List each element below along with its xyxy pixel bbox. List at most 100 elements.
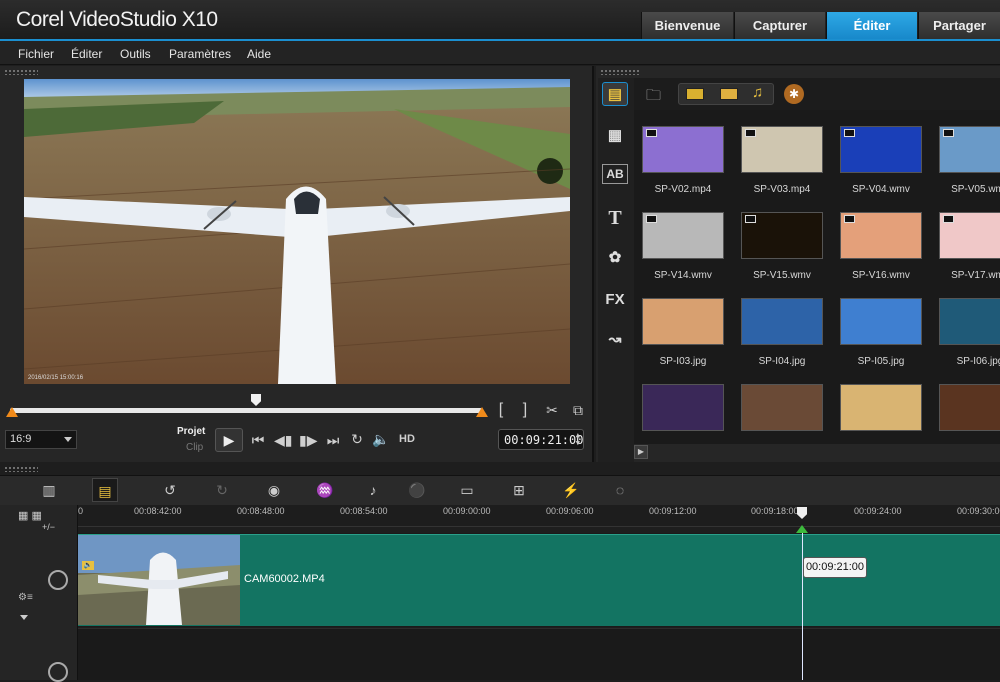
import-icon[interactable]: ✱ (784, 84, 804, 104)
video-badge-icon (646, 129, 657, 137)
subtitle-editor-icon[interactable]: ▭ (454, 478, 480, 502)
ruler-tick-label: 00:09:24:00 (854, 506, 902, 516)
next-frame-icon[interactable]: ▮▶ (299, 432, 317, 449)
library-thumbnail[interactable]: SP-I03.jpg (634, 283, 732, 369)
menu-fichier[interactable]: Fichier (18, 47, 54, 61)
panel-grip[interactable] (4, 69, 38, 75)
timeline-toolbar (0, 475, 1000, 505)
thumbnail-label: SP-I04.jpg (758, 356, 806, 367)
menu-aide[interactable]: Aide (247, 47, 271, 61)
title-icon[interactable]: T (602, 206, 628, 230)
thumbnail-label: SP-I05.jpg (857, 356, 905, 367)
undo-icon[interactable]: ↺ (157, 478, 183, 502)
library-thumbnail[interactable]: SP-V14.wmv (634, 197, 732, 283)
end-icon[interactable]: ⏭ (325, 432, 341, 449)
timecode-field[interactable]: 00:09:21:00 ▲ ▼ (498, 429, 584, 450)
overlay-track-icon[interactable] (48, 662, 68, 682)
scrubber-bar[interactable] (10, 408, 482, 413)
library-thumbnail[interactable]: SP-V05.wmv (931, 111, 1000, 197)
scroll-right-icon[interactable]: ▶ (634, 445, 648, 459)
storyboard-view-icon[interactable]: ▥ (36, 478, 62, 502)
thumbnail-label: SP-V16.wmv (852, 270, 910, 281)
instant-project-icon[interactable]: ▦ (602, 124, 628, 148)
show-audio-icon[interactable]: ♫ (752, 84, 763, 101)
track-manager-icon[interactable]: ▦ ▦ (18, 509, 42, 522)
library-thumbnail[interactable]: SP-V03.mp4 (733, 111, 831, 197)
ruler-tick-label: 00:08:42:00 (134, 506, 182, 516)
library-scrollbar[interactable]: ▶ (634, 444, 1000, 462)
timeline-view-icon[interactable]: ▤ (92, 478, 118, 502)
tab-capturer[interactable]: Capturer (734, 12, 825, 40)
panel-grip[interactable] (600, 69, 640, 75)
split-clip-icon[interactable]: ✂ (543, 402, 561, 419)
record-capture-icon[interactable]: ◉ (261, 478, 287, 502)
hd-preview-button[interactable]: HD (396, 433, 418, 445)
tab-partager[interactable]: Partager (918, 12, 1000, 40)
tab-editer[interactable]: Éditer (826, 12, 917, 40)
show-photos-icon[interactable] (720, 88, 738, 100)
menu-outils[interactable]: Outils (120, 47, 151, 61)
video-badge-icon (646, 215, 657, 223)
chevron-down-icon[interactable] (20, 615, 28, 620)
path-icon[interactable]: ↝ (602, 328, 628, 352)
home-icon[interactable]: ⏮ (250, 432, 266, 449)
library-thumbnail[interactable]: SP-V02.mp4 (634, 111, 732, 197)
library-thumbnail[interactable] (931, 369, 1000, 455)
media-icon[interactable]: ▤ (602, 82, 628, 106)
video-track-icon[interactable] (48, 570, 68, 590)
zoom-control[interactable]: +/− (42, 522, 55, 532)
filter-icon[interactable]: FX (602, 288, 628, 312)
mark-out-button[interactable]: ] (518, 401, 532, 419)
mark-in-button[interactable]: [ (494, 401, 508, 419)
library-thumbnail[interactable]: SP-I06.jpg (931, 283, 1000, 369)
playhead-marker[interactable] (796, 525, 808, 533)
overlay-track (78, 628, 1000, 680)
time-remapping-icon[interactable]: ⚡ (558, 478, 584, 502)
repeat-icon[interactable]: ↻ (348, 431, 366, 448)
menu-editer[interactable]: Éditer (71, 47, 102, 61)
aspect-ratio-select[interactable]: 16:9 (5, 430, 77, 449)
library-thumbnail[interactable] (733, 369, 831, 455)
tab-bienvenue[interactable]: Bienvenue (641, 12, 733, 40)
folder-icon[interactable]: 🗀 (646, 85, 666, 104)
show-videos-icon[interactable] (686, 88, 704, 100)
play-icon[interactable]: ▶ (215, 428, 243, 452)
sound-mixer-icon[interactable]: ♒ (312, 478, 338, 502)
graphics-icon[interactable]: ✿ (602, 246, 628, 270)
library-thumbnail[interactable]: SP-V16.wmv (832, 197, 930, 283)
thumbnail-label: SP-V15.wmv (753, 270, 811, 281)
transition-icon[interactable]: AB (602, 164, 628, 184)
video-badge-icon (943, 215, 954, 223)
volume-icon[interactable]: 🔈 (372, 431, 390, 448)
track-options-icon[interactable]: ⚙≡ (18, 592, 33, 603)
library-thumbnail[interactable]: SP-I04.jpg (733, 283, 831, 369)
timecode-stepper-icon[interactable]: ▲ ▼ (576, 431, 580, 447)
video-badge-icon (943, 129, 954, 137)
thumbnail-label: SP-V14.wmv (654, 270, 712, 281)
redo-icon[interactable]: ↻ (209, 478, 235, 502)
library-thumbnail[interactable]: SP-V04.wmv (832, 111, 930, 197)
ruler-tick-label: 00:09:12:00 (649, 506, 697, 516)
trim-end-marker[interactable] (476, 407, 488, 417)
ruler-tick-label: 00:09:00:00 (443, 506, 491, 516)
mode-project-label[interactable]: Projet (177, 426, 205, 437)
timecode-value: 00:09:21:00 (504, 433, 584, 447)
library-thumbnail[interactable] (634, 369, 732, 455)
mode-clip-label[interactable]: Clip (186, 442, 203, 453)
chevron-down-icon (64, 437, 72, 442)
library-thumbnail[interactable]: SP-I05.jpg (832, 283, 930, 369)
library-thumbnail[interactable]: SP-V15.wmv (733, 197, 831, 283)
playhead-line[interactable] (802, 527, 803, 680)
previous-frame-icon[interactable]: ◀▮ (274, 432, 292, 449)
panel-grip[interactable] (4, 466, 38, 472)
motion-tracking-icon[interactable]: ⚫ (404, 478, 430, 502)
menu-parametres[interactable]: Paramètres (169, 47, 231, 61)
timecode-tooltip: 00:09:21:00 (803, 557, 867, 578)
enlarge-preview-icon[interactable]: ⧉ (569, 402, 587, 419)
auto-music-icon[interactable]: ♪ (360, 478, 386, 502)
library-thumbnail[interactable] (832, 369, 930, 455)
mask-creator-icon[interactable]: ◌ (607, 478, 633, 502)
library-thumbnail[interactable]: SP-V17.wmv (931, 197, 1000, 283)
trim-start-marker[interactable] (6, 407, 18, 417)
multi-camera-icon[interactable]: ⊞ (506, 478, 532, 502)
